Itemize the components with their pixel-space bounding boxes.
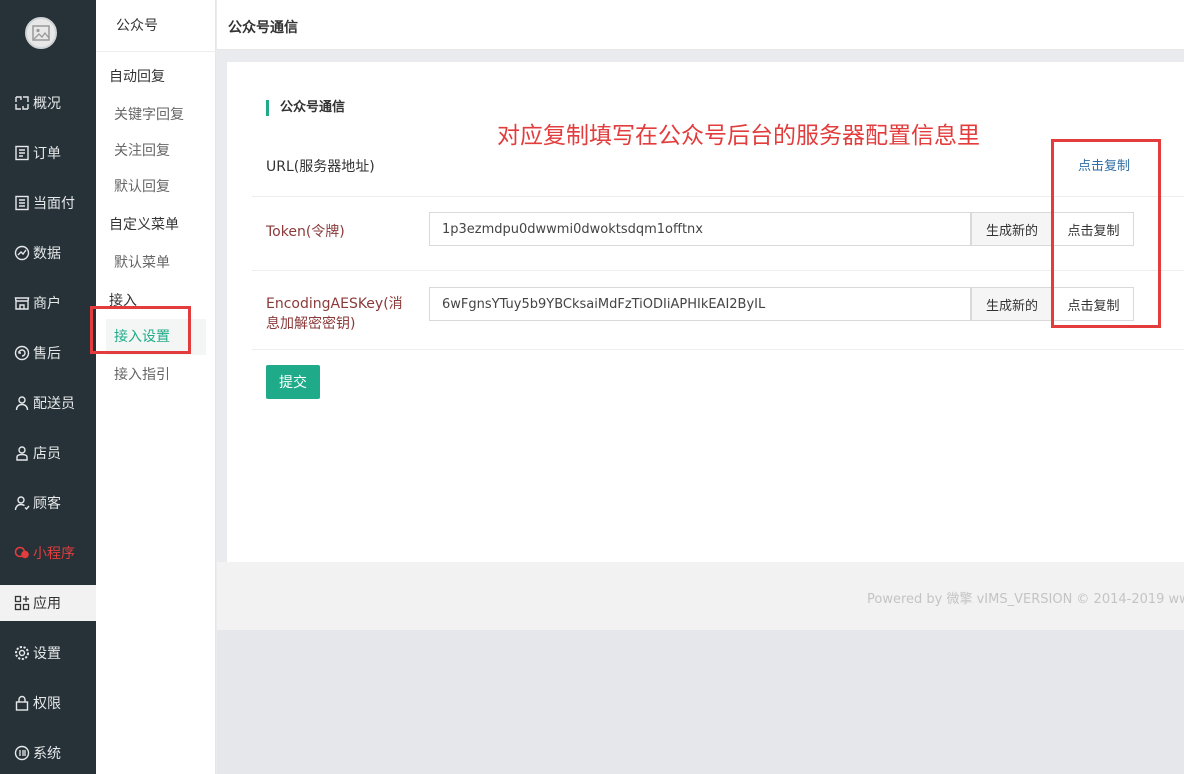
submit-button[interactable]: 提交 — [266, 365, 320, 399]
submenu-group-auto-reply: 自动回复 — [109, 69, 165, 85]
nav-item-mini-program[interactable]: 小程序 — [0, 535, 96, 571]
submenu-access-guide[interactable]: 接入指引 — [114, 364, 170, 384]
overview-icon — [14, 95, 30, 111]
nav-item-settings[interactable]: 设置 — [0, 635, 96, 671]
row-divider — [252, 196, 1184, 197]
page-title: 公众号通信 — [228, 20, 298, 36]
mini-program-icon — [14, 545, 30, 561]
token-generate-button[interactable]: 生成新的 — [971, 212, 1053, 246]
image-placeholder-icon — [32, 25, 50, 41]
nav-item-permissions[interactable]: 权限 — [0, 685, 96, 721]
left-nav: 概况 订单 当面付 数据 商户 售后 配送员 店员 顾客 小程序 应用 设置 权… — [0, 0, 96, 774]
nav-item-overview[interactable]: 概况 — [0, 85, 96, 121]
customer-icon — [14, 495, 30, 511]
courier-icon — [14, 395, 30, 411]
submenu-keyword-reply[interactable]: 关键字回复 — [114, 104, 184, 124]
submenu: 公众号 自动回复 关键字回复 关注回复 默认回复 自定义菜单 默认菜单 接入 接… — [96, 0, 216, 774]
top-header: 公众号通信 — [217, 0, 1184, 50]
url-label: URL(服务器地址) — [266, 159, 375, 175]
row-divider — [252, 349, 1184, 350]
nav-item-courier[interactable]: 配送员 — [0, 385, 96, 421]
nav-item-store[interactable]: 商户 — [0, 285, 96, 321]
nav-item-face-pay[interactable]: 当面付 — [0, 185, 96, 221]
submenu-default-reply[interactable]: 默认回复 — [114, 176, 170, 196]
store-icon — [14, 295, 30, 311]
settings-icon — [14, 645, 30, 661]
face-pay-icon — [14, 195, 30, 211]
clerk-icon — [14, 445, 30, 461]
nav-item-customer[interactable]: 顾客 — [0, 485, 96, 521]
footer: Powered by 微擎 vIMS_VERSION © 2014-2019 w… — [217, 562, 1184, 630]
nav-item-clerk[interactable]: 店员 — [0, 435, 96, 471]
footer-background — [217, 630, 1184, 774]
aes-key-input[interactable] — [429, 287, 971, 321]
order-icon — [14, 145, 30, 161]
system-icon — [14, 745, 30, 761]
aes-key-label: EncodingAESKey(消息加解密密钥) — [266, 296, 403, 332]
token-input[interactable] — [429, 212, 971, 246]
footer-text: Powered by 微擎 vIMS_VERSION © 2014-2019 w… — [867, 592, 1184, 607]
avatar[interactable] — [25, 17, 57, 49]
data-icon — [14, 245, 30, 261]
lock-icon — [14, 695, 30, 711]
annotation-box-copy — [1051, 139, 1161, 328]
submenu-default-menu[interactable]: 默认菜单 — [114, 252, 170, 272]
annotation-box-access — [90, 306, 191, 354]
token-label: Token(令牌) — [266, 224, 345, 240]
apps-icon — [14, 595, 30, 611]
section-title: 公众号通信 — [266, 100, 345, 116]
submenu-group-custom-menu: 自定义菜单 — [109, 217, 179, 233]
annotation-text: 对应复制填写在公众号后台的服务器配置信息里 — [497, 123, 980, 149]
aftersale-icon — [14, 345, 30, 361]
nav-item-orders[interactable]: 订单 — [0, 135, 96, 171]
nav-item-aftersale[interactable]: 售后 — [0, 335, 96, 371]
submenu-title: 公众号 — [96, 0, 216, 52]
nav-item-apps[interactable]: 应用 — [0, 585, 96, 621]
nav-item-system[interactable]: 系统 — [0, 735, 96, 771]
aes-key-generate-button[interactable]: 生成新的 — [971, 287, 1053, 321]
submenu-follow-reply[interactable]: 关注回复 — [114, 140, 170, 160]
row-divider — [252, 270, 1184, 271]
nav-item-data[interactable]: 数据 — [0, 235, 96, 271]
